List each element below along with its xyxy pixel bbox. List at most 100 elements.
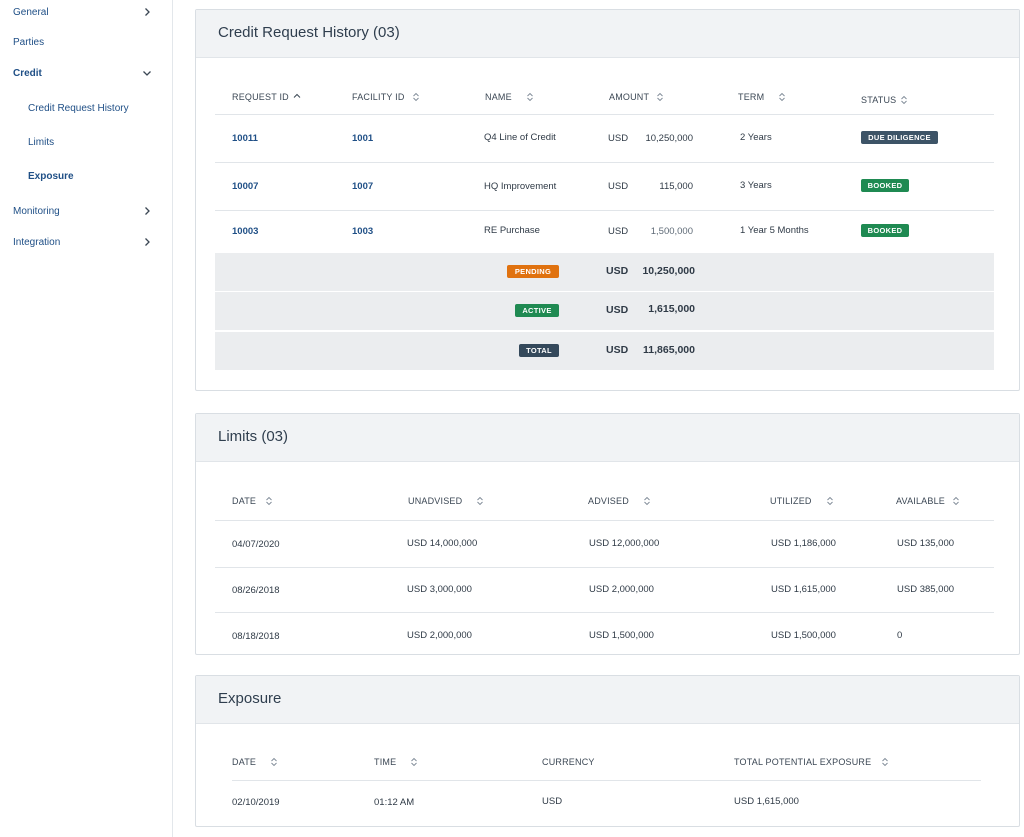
sidebar-item-exposure[interactable]: Exposure: [0, 165, 172, 187]
sidebar-item-general[interactable]: General: [0, 1, 172, 23]
panel-title: Credit Request History (03): [218, 24, 400, 41]
panel-header: Exposure: [196, 676, 1019, 724]
sort-icon: [411, 757, 418, 767]
sort-icon: [526, 92, 533, 102]
column-header-utilized[interactable]: UTILIZED: [770, 496, 834, 506]
sort-icon: [826, 496, 833, 506]
limit-unadvised: USD 14,000,000: [407, 538, 478, 549]
header-label: REQUEST ID: [232, 92, 289, 102]
column-header-request-id[interactable]: REQUEST ID: [232, 92, 301, 102]
column-header-term[interactable]: TERM: [738, 92, 786, 102]
summary-amount: 11,865,000: [643, 344, 695, 356]
sidebar-item-label: Monitoring: [13, 205, 60, 217]
term-value: 2 Years: [740, 132, 772, 143]
panel-header: Credit Request History (03): [196, 10, 1019, 58]
divider: [215, 210, 994, 211]
sidebar-item-label: Parties: [13, 36, 45, 48]
limit-utilized: USD 1,500,000: [771, 630, 836, 641]
column-header-status[interactable]: STATUS: [861, 95, 908, 105]
sidebar-item-limits[interactable]: Limits: [0, 131, 172, 153]
sidebar-item-label: Credit Request History: [28, 102, 129, 114]
term-value: 1 Year 5 Months: [740, 225, 809, 236]
column-header-currency[interactable]: CURRENCY: [542, 757, 595, 767]
sidebar-item-label: Credit: [13, 67, 42, 79]
summary-amount: 10,250,000: [642, 265, 695, 277]
sort-icon: [953, 496, 959, 506]
request-name: RE Purchase: [484, 225, 540, 236]
column-header-date[interactable]: DATE: [232, 757, 278, 767]
amount-currency: USD: [608, 226, 629, 237]
summary-row-total: TOTAL USD 11,865,000: [215, 332, 994, 370]
exposure-panel: Exposure DATE TIME CURRENCY TOTAL POTENT…: [195, 675, 1020, 827]
sort-icon: [901, 95, 908, 105]
chevron-down-icon: [143, 71, 151, 76]
column-header-available[interactable]: AVAILABLE: [896, 496, 960, 506]
limit-advised: USD 2,000,000: [589, 584, 654, 595]
limit-unadvised: USD 3,000,000: [407, 584, 472, 595]
amount-value: 115,000: [659, 181, 693, 192]
request-id-link[interactable]: 10007: [232, 181, 258, 192]
column-header-unadvised[interactable]: UNADVISED: [408, 496, 484, 506]
limit-utilized: USD 1,186,000: [771, 538, 836, 549]
divider: [232, 780, 981, 781]
limit-date: 04/07/2020: [232, 539, 280, 550]
amount-currency: USD: [608, 133, 629, 144]
header-label: AMOUNT: [609, 92, 650, 102]
facility-id-link[interactable]: 1001: [352, 133, 373, 144]
sort-icon: [644, 496, 650, 506]
request-id-link[interactable]: 10011: [232, 133, 258, 144]
divider: [215, 162, 994, 163]
divider: [215, 520, 994, 521]
total-badge: TOTAL: [519, 344, 559, 357]
column-header-advised[interactable]: ADVISED: [588, 496, 651, 506]
sidebar-item-label: General: [13, 6, 49, 18]
amount-value: 10,250,000: [645, 133, 693, 144]
column-header-amount[interactable]: AMOUNT: [609, 92, 664, 102]
request-name: Q4 Line of Credit: [484, 132, 556, 143]
active-badge: ACTIVE: [515, 304, 559, 317]
panel-title: Exposure: [218, 690, 282, 707]
header-label: STATUS: [861, 95, 897, 105]
limit-date: 08/18/2018: [232, 631, 280, 642]
sidebar-item-label: Limits: [28, 136, 55, 148]
sidebar-item-monitoring[interactable]: Monitoring: [0, 200, 172, 222]
facility-id-link[interactable]: 1007: [352, 181, 373, 192]
column-header-date[interactable]: DATE: [232, 496, 273, 506]
status-badge: BOOKED: [861, 224, 909, 237]
request-name: HQ Improvement: [484, 181, 557, 192]
sort-icon: [271, 757, 277, 767]
exposure-total: USD 1,615,000: [734, 796, 799, 807]
sort-icon: [882, 757, 889, 767]
limit-utilized: USD 1,615,000: [771, 584, 836, 595]
sidebar-item-integration[interactable]: Integration: [0, 231, 172, 253]
limit-available: 0: [897, 630, 903, 641]
term-value: 3 Years: [740, 180, 772, 191]
chevron-right-icon: [145, 238, 150, 246]
column-header-name[interactable]: NAME: [485, 92, 534, 102]
sort-asc-icon: [293, 93, 301, 98]
sidebar-item-credit[interactable]: Credit: [0, 62, 172, 84]
limit-advised: USD 12,000,000: [589, 538, 660, 549]
column-header-facility-id[interactable]: FACILITY ID: [352, 92, 420, 102]
limit-date: 08/26/2018: [232, 585, 280, 596]
sidebar-item-credit-request-history[interactable]: Credit Request History: [0, 97, 172, 119]
header-label: AVAILABLE: [896, 496, 945, 506]
limit-advised: USD 1,500,000: [589, 630, 654, 641]
limit-unadvised: USD 2,000,000: [407, 630, 472, 641]
sort-icon: [657, 92, 664, 102]
exposure-currency: USD: [542, 796, 563, 807]
summary-row-active: ACTIVE USD 1,615,000: [215, 292, 994, 330]
column-header-total-potential-exposure[interactable]: TOTAL POTENTIAL EXPOSURE: [734, 757, 889, 767]
header-label: UNADVISED: [408, 496, 463, 506]
header-label: NAME: [485, 92, 512, 102]
sort-icon: [779, 92, 786, 102]
exposure-date: 02/10/2019: [232, 797, 280, 808]
header-label: ADVISED: [588, 496, 629, 506]
sidebar-item-parties[interactable]: Parties: [0, 31, 172, 53]
column-header-time[interactable]: TIME: [374, 757, 418, 767]
sidebar: General Parties Credit Credit Request Hi…: [0, 0, 173, 837]
credit-request-history-panel: Credit Request History (03) REQUEST ID F…: [195, 9, 1020, 391]
facility-id-link[interactable]: 1003: [352, 226, 373, 237]
request-id-link[interactable]: 10003: [232, 226, 258, 237]
divider: [215, 567, 994, 568]
